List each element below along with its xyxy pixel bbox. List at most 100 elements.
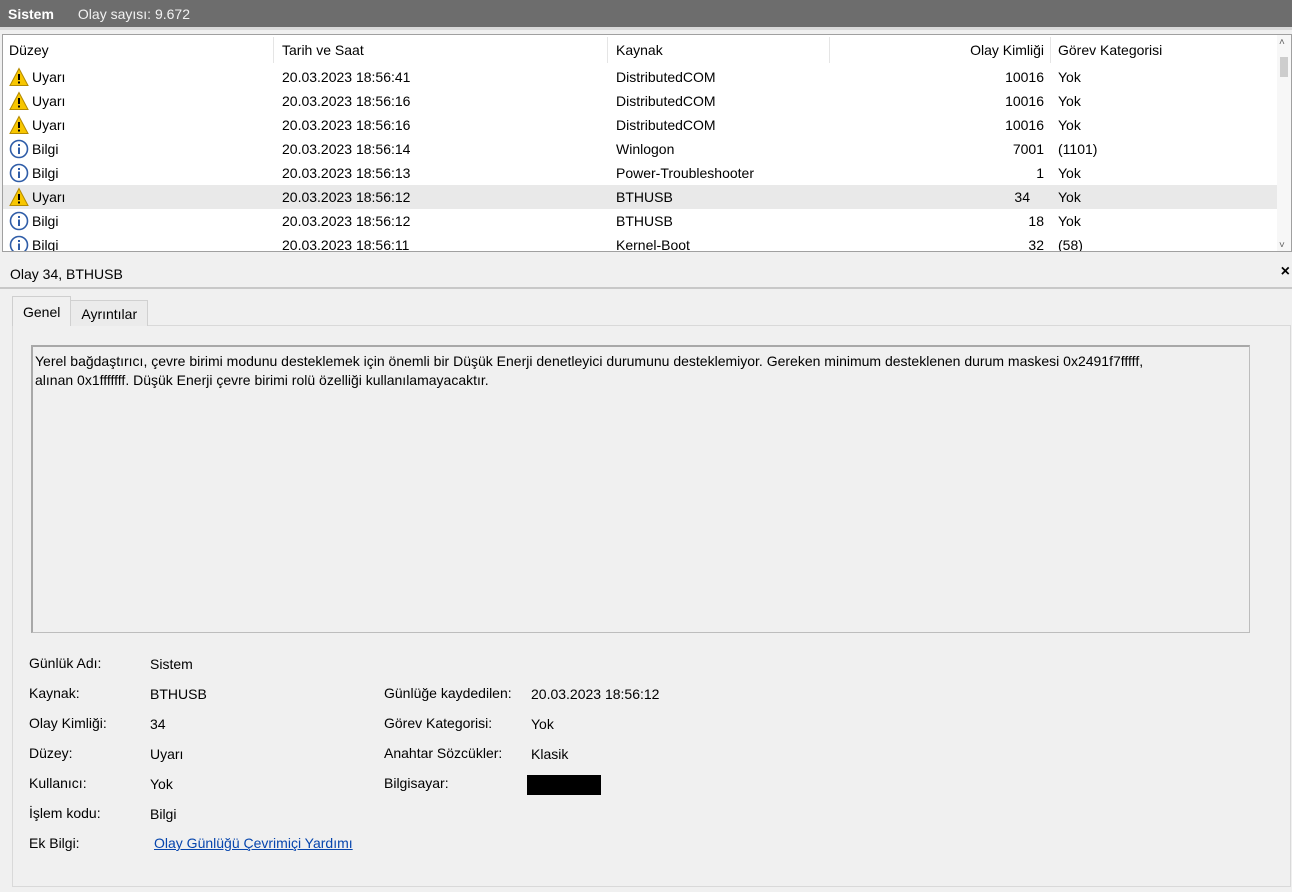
event-id-cell: 18 bbox=[1028, 213, 1044, 229]
info-icon bbox=[9, 163, 29, 183]
detail-tabs: Genel Ayrıntılar bbox=[12, 296, 149, 326]
tab-details-label: Ayrıntılar bbox=[81, 305, 138, 322]
table-row[interactable]: Uyarı 20.03.2023 18:56:16 DistributedCOM 10… bbox=[3, 113, 1291, 137]
log-name: Sistem bbox=[8, 5, 54, 22]
scroll-down-icon[interactable]: ˅ bbox=[1279, 240, 1285, 251]
table-row[interactable]: Bilgi 20.03.2023 18:56:11 Kernel-Boot 32 (58… bbox=[3, 233, 1291, 252]
level-text: Bilgi bbox=[32, 237, 59, 252]
level-cell: Uyarı bbox=[9, 115, 65, 135]
level-text: Bilgi bbox=[32, 141, 59, 157]
event-count: Olay sayısı: 9.672 bbox=[77, 5, 190, 22]
level-cell: Bilgi bbox=[9, 163, 58, 183]
warning-icon bbox=[9, 67, 29, 87]
table-row[interactable]: Uyarı 20.03.2023 18:56:16 DistributedCOM 10… bbox=[3, 89, 1291, 113]
level-label: Düzey: bbox=[29, 745, 73, 761]
task-category-cell: Yok bbox=[1058, 213, 1081, 229]
warning-icon bbox=[9, 115, 29, 135]
event-detail-title: Olay 34, BTHUSB bbox=[10, 266, 123, 282]
event-id-cell: 10016 bbox=[1005, 69, 1044, 85]
event-list-header: Düzey Tarih ve Saat Kaynak Olay Kimliği … bbox=[3, 35, 1291, 65]
column-header-datetime[interactable]: Tarih ve Saat bbox=[282, 42, 364, 58]
event-id-label: Olay Kimliği: bbox=[29, 715, 107, 731]
warning-icon bbox=[9, 91, 29, 111]
column-divider[interactable] bbox=[273, 37, 274, 63]
info-icon bbox=[9, 235, 29, 251]
logged-label: Günlüğe kaydedilen: bbox=[384, 685, 512, 701]
column-header-level[interactable]: Düzey bbox=[9, 42, 49, 58]
task-category-cell: Yok bbox=[1058, 189, 1081, 205]
event-detail-header: Olay 34, BTHUSB × bbox=[0, 261, 1292, 289]
level-cell: Uyarı bbox=[9, 91, 65, 111]
event-id-value: 34 bbox=[150, 716, 166, 732]
table-row[interactable]: Uyarı 20.03.2023 18:56:41 DistributedCOM 10… bbox=[3, 65, 1291, 89]
warning-icon bbox=[9, 187, 29, 207]
event-description[interactable]: Yerel bağdaştırıcı, çevre birimi modunu … bbox=[31, 345, 1250, 633]
level-value: Uyarı bbox=[150, 746, 184, 762]
column-header-event-id[interactable]: Olay Kimliği bbox=[970, 42, 1044, 58]
event-id-cell: 7001 bbox=[1012, 141, 1044, 157]
task-category-cell: Yok bbox=[1058, 165, 1081, 181]
tab-details[interactable]: Ayrıntılar bbox=[70, 300, 149, 326]
event-id-cell: 34 bbox=[1014, 189, 1030, 205]
event-rows: Uyarı 20.03.2023 18:56:41 DistributedCOM 10… bbox=[3, 65, 1291, 252]
datetime-cell: 20.03.2023 18:56:12 bbox=[282, 213, 411, 229]
log-title-bar: Sistem Olay sayısı: 9.672 bbox=[0, 0, 1292, 30]
column-divider[interactable] bbox=[1050, 37, 1051, 63]
more-info-label: Ek Bilgi: bbox=[29, 835, 80, 851]
datetime-cell: 20.03.2023 18:56:16 bbox=[282, 117, 411, 133]
more-info-link[interactable]: Olay Günlüğü Çevrimiçi Yardımı bbox=[154, 835, 353, 851]
table-row[interactable]: Uyarı 20.03.2023 18:56:12 BTHUSB 34 Yok bbox=[3, 185, 1277, 209]
level-cell: Bilgi bbox=[9, 211, 58, 231]
task-category-label: Görev Kategorisi: bbox=[384, 715, 493, 731]
level-text: Uyarı bbox=[32, 117, 66, 133]
event-id-cell: 10016 bbox=[1005, 93, 1044, 109]
info-icon bbox=[9, 139, 29, 159]
vertical-scrollbar[interactable]: ˄ ˅ bbox=[1277, 35, 1291, 251]
task-category-cell: Yok bbox=[1058, 69, 1081, 85]
level-cell: Bilgi bbox=[9, 235, 59, 252]
column-divider[interactable] bbox=[607, 37, 608, 63]
computer-label: Bilgisayar: bbox=[384, 775, 449, 791]
datetime-cell: 20.03.2023 18:56:14 bbox=[282, 141, 411, 157]
scroll-up-icon[interactable]: ˄ bbox=[1279, 37, 1285, 48]
log-name-label: Günlük Adı: bbox=[29, 655, 102, 671]
table-row[interactable]: Bilgi 20.03.2023 18:56:14 Winlogon 7001 (110… bbox=[3, 137, 1291, 161]
keywords-label: Anahtar Sözcükler: bbox=[384, 745, 503, 761]
user-value: Yok bbox=[150, 776, 173, 792]
info-icon bbox=[9, 211, 29, 231]
source-cell: DistributedCOM bbox=[616, 69, 716, 85]
column-divider[interactable] bbox=[829, 37, 830, 63]
event-id-cell: 10016 bbox=[1005, 117, 1044, 133]
log-name-value: Sistem bbox=[150, 656, 193, 672]
event-list[interactable]: Düzey Tarih ve Saat Kaynak Olay Kimliği … bbox=[2, 34, 1292, 252]
source-cell: DistributedCOM bbox=[616, 117, 716, 133]
scroll-thumb[interactable] bbox=[1280, 57, 1288, 77]
task-category-cell: Yok bbox=[1058, 117, 1081, 133]
source-label: Kaynak: bbox=[29, 685, 80, 701]
task-category-cell: Yok bbox=[1058, 93, 1081, 109]
description-line: Yerel bağdaştırıcı, çevre birimi modunu … bbox=[35, 353, 1144, 369]
description-line: alınan 0x1fffffff. Düşük Enerji çevre bi… bbox=[35, 372, 489, 388]
source-cell: BTHUSB bbox=[616, 213, 673, 229]
tab-general[interactable]: Genel bbox=[12, 296, 72, 326]
level-cell: Bilgi bbox=[9, 139, 58, 159]
datetime-cell: 20.03.2023 18:56:11 bbox=[282, 237, 410, 252]
close-icon[interactable]: × bbox=[1281, 263, 1290, 281]
source-value: BTHUSB bbox=[150, 686, 207, 702]
level-cell: Uyarı bbox=[9, 67, 65, 87]
table-row[interactable]: Bilgi 20.03.2023 18:56:13 Power-Troublesho… bbox=[3, 161, 1291, 185]
level-text: Uyarı bbox=[32, 189, 66, 205]
computer-value-redacted bbox=[527, 775, 601, 795]
source-cell: Kernel-Boot bbox=[616, 237, 690, 252]
source-cell: DistributedCOM bbox=[616, 93, 716, 109]
column-header-source[interactable]: Kaynak bbox=[616, 42, 663, 58]
opcode-label: İşlem kodu: bbox=[29, 805, 101, 821]
level-text: Bilgi bbox=[32, 213, 59, 229]
level-text: Bilgi bbox=[32, 165, 59, 181]
table-row[interactable]: Bilgi 20.03.2023 18:56:12 BTHUSB 18 Yok bbox=[3, 209, 1291, 233]
title-separator bbox=[0, 27, 1292, 30]
column-header-task-category[interactable]: Görev Kategorisi bbox=[1058, 42, 1162, 58]
tab-general-label: Genel bbox=[23, 303, 61, 320]
source-cell: BTHUSB bbox=[616, 189, 673, 205]
datetime-cell: 20.03.2023 18:56:12 bbox=[282, 189, 411, 205]
